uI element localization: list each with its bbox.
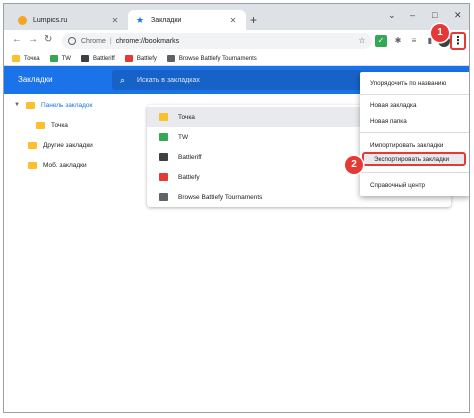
omnibox-separator: | — [109, 37, 112, 45]
bookmark-bar-item[interactable]: TW — [49, 55, 71, 62]
battleriff-icon — [159, 153, 168, 161]
tab-bookmarks[interactable]: ★ Закладки ✕ — [128, 10, 246, 30]
battlefy-icon — [166, 55, 175, 62]
star-icon: ★ — [136, 14, 145, 25]
folder-icon — [12, 55, 20, 62]
search-input[interactable]: ⌕ Искать в закладках — [112, 70, 362, 90]
back-button[interactable]: ← — [12, 34, 22, 46]
bookmark-label: Battlefy — [136, 55, 157, 62]
menu-divider — [360, 94, 469, 95]
bookmark-label: TW — [61, 55, 71, 62]
folder-icon — [28, 141, 37, 149]
search-icon: ⌕ — [120, 74, 126, 85]
folder-icon — [28, 161, 37, 169]
bookmark-bar-item[interactable]: Browse Battlefy Tournaments — [166, 55, 257, 62]
tree-item-tochka[interactable]: Точка — [36, 118, 68, 132]
page-title: Закладки — [18, 75, 53, 84]
tree-item-label: Панель закладок — [40, 101, 93, 109]
list-item-label: Battleriff — [178, 153, 202, 161]
maximize-button[interactable]: □ — [432, 10, 437, 20]
battlefy-icon — [159, 173, 168, 181]
tw-icon — [159, 133, 168, 141]
close-icon[interactable]: ✕ — [228, 16, 238, 25]
lumpics-favicon-icon — [18, 15, 27, 25]
reload-button[interactable]: ↻ — [44, 34, 52, 46]
list-item-label: Точка — [178, 113, 195, 121]
bookmark-label: Точка — [24, 55, 40, 62]
tree-item-label: Моб. закладки — [43, 161, 87, 169]
close-icon[interactable]: ✕ — [110, 16, 120, 25]
extension-icon[interactable]: ✓ — [375, 35, 387, 47]
bookmark-bar-item[interactable]: Battlefy — [124, 55, 157, 62]
tree-item-bookmarks-bar[interactable]: ▼ Панель закладок — [14, 98, 92, 112]
close-window-button[interactable]: ✕ — [454, 10, 462, 21]
minimize-button[interactable]: – — [410, 10, 415, 20]
list-item-label: Browse Battlefy Tournaments — [178, 193, 263, 201]
tree-item-label: Точка — [51, 121, 68, 129]
step-badge-1: 1 — [431, 24, 449, 42]
url-text: chrome://bookmarks — [115, 37, 180, 45]
tabs-dropdown-icon[interactable]: ⌄ — [388, 10, 396, 21]
folder-tree: ▼ Панель закладок Точка Другие закладки … — [4, 94, 144, 412]
folder-icon — [25, 101, 35, 109]
battlefy-icon — [124, 55, 133, 62]
menu-divider — [360, 132, 469, 133]
tw-icon — [49, 55, 58, 62]
list-item-label: Battlefy — [178, 173, 200, 181]
new-tab-button[interactable]: + — [250, 14, 257, 26]
bookmark-bar-item[interactable]: Точка — [12, 55, 40, 62]
toolbar: ← → ↻ Chrome | chrome://bookmarks ☆ ✓ ✱ … — [4, 30, 469, 52]
tree-item-label: Другие закладки — [43, 141, 93, 149]
menu-item-sort-by-name[interactable]: Упорядочить по названию — [360, 76, 469, 90]
folder-icon — [159, 113, 168, 121]
menu-item-help-center[interactable]: Справочный центр — [360, 178, 469, 192]
menu-item-export-bookmarks[interactable]: Экспортировать закладки — [362, 152, 466, 166]
bookmark-label: Browse Battlefy Tournaments — [178, 55, 257, 62]
tab-lumpics[interactable]: Lumpics.ru ✕ — [10, 10, 128, 30]
folder-icon — [36, 121, 45, 129]
chevron-down-icon[interactable]: ▼ — [14, 102, 20, 108]
step-badge-2: 2 — [345, 156, 363, 174]
search-placeholder: Искать в закладках — [137, 76, 200, 84]
bookmark-label: Battleriff — [92, 55, 115, 62]
scheme-label: Chrome — [81, 37, 106, 45]
star-bookmark-icon[interactable]: ☆ — [356, 35, 368, 47]
menu-item-new-bookmark[interactable]: Новая закладка — [360, 98, 469, 112]
chrome-site-icon — [68, 37, 76, 45]
tab-title: Lumpics.ru — [33, 16, 68, 24]
tree-item-other-bookmarks[interactable]: Другие закладки — [28, 138, 93, 152]
browser-window: Lumpics.ru ✕ ★ Закладки ✕ + ⌄ – □ ✕ ← → … — [3, 3, 470, 413]
organize-menu: Упорядочить по названию Новая закладка Н… — [360, 72, 469, 196]
tree-item-mobile-bookmarks[interactable]: Моб. закладки — [28, 158, 87, 172]
bookmarks-bar: Точка TW Battleriff Battlefy Browse Batt… — [4, 52, 469, 66]
chrome-menu-button[interactable]: ⋮ — [450, 32, 466, 50]
battlefy-icon — [159, 193, 168, 201]
tab-strip: Lumpics.ru ✕ ★ Закладки ✕ + ⌄ – □ ✕ — [4, 4, 469, 30]
list-item-label: TW — [178, 133, 189, 141]
puzzle-extensions-icon[interactable]: ✱ — [392, 35, 404, 47]
tab-title: Закладки — [151, 16, 182, 24]
bookmark-bar-item[interactable]: Battleriff — [80, 55, 115, 62]
address-bar[interactable]: Chrome | chrome://bookmarks — [62, 33, 372, 49]
forward-button[interactable]: → — [28, 34, 38, 46]
menu-item-import-bookmarks[interactable]: Импортировать закладки — [360, 138, 469, 152]
menu-item-new-folder[interactable]: Новая папка — [360, 114, 469, 128]
battleriff-icon — [80, 55, 89, 62]
media-icon[interactable]: ≡ — [408, 35, 420, 47]
menu-divider — [360, 172, 469, 173]
